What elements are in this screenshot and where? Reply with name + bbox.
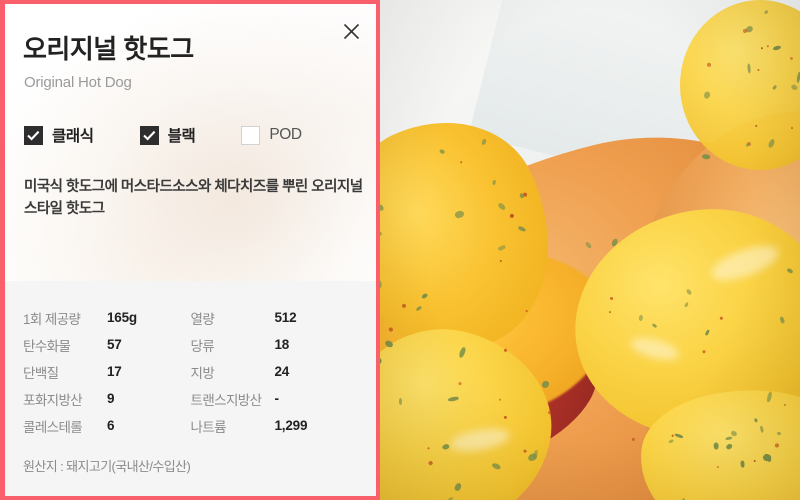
checkbox-pod[interactable]: [241, 125, 261, 145]
nutrition-value: 1,299: [274, 418, 308, 433]
product-subtitle: Original Hot Dog: [24, 74, 132, 91]
product-photo: [380, 0, 800, 500]
nutrition-value: -: [274, 391, 280, 406]
nutrition-label: 지방: [190, 365, 215, 381]
nutrition-cell-right: 나트륨 1,299: [191, 416, 359, 436]
photo-vignette: [380, 0, 800, 500]
option-pod[interactable]: POD: [241, 125, 302, 145]
close-icon[interactable]: [336, 16, 366, 46]
nutrition-label: 1회 제공량: [23, 311, 81, 327]
nutrition-value: 18: [274, 337, 290, 352]
product-detail-panel: 오리지널 핫도그 Original Hot Dog 클래식 블랙 POD 미국식…: [0, 0, 380, 500]
nutrition-label: 나트륨: [190, 419, 227, 435]
nutrition-value: 165g: [107, 310, 137, 325]
option-label-pod: POD: [269, 126, 302, 143]
option-checkbox-group: 클래식 블랙 POD: [24, 124, 302, 146]
checkbox-black[interactable]: [139, 125, 159, 145]
nutrition-label: 트랜스지방산: [190, 392, 263, 408]
nutrition-cell-left: 포화지방산 9: [23, 389, 191, 409]
table-row: 탄수화물 57 당류 18: [23, 331, 358, 358]
checkbox-classic[interactable]: [24, 125, 43, 145]
option-label-black: 블랙: [167, 128, 196, 145]
option-classic[interactable]: 클래식: [24, 124, 94, 146]
product-description: 미국식 핫도그에 머스타드소스와 체다치즈를 뿌린 오리지널 스타일 핫도그: [24, 179, 363, 218]
nutrition-cell-left: 단백질 17: [23, 362, 191, 382]
table-row: 단백질 17 지방 24: [23, 358, 358, 385]
nutrition-label: 당류: [190, 338, 215, 354]
nutrition-value: 24: [274, 364, 290, 379]
nutrition-value: 512: [274, 310, 297, 325]
nutrition-label: 탄수화물: [23, 338, 71, 354]
nutrition-cell-right: 열량 512: [191, 308, 359, 328]
option-label-classic: 클래식: [52, 128, 94, 145]
origin-text: 원산지 : 돼지고기(국내산/수입산): [23, 459, 191, 474]
nutrition-cell-right: 지방 24: [191, 362, 359, 382]
table-row: 포화지방산 9 트랜스지방산 -: [23, 385, 358, 412]
option-black[interactable]: 블랙: [139, 124, 196, 146]
nutrition-cell-left: 콜레스테롤 6: [23, 416, 191, 436]
nutrition-label: 단백질: [23, 365, 59, 381]
nutrition-value: 17: [107, 364, 122, 379]
nutrition-label: 포화지방산: [23, 392, 83, 408]
nutrition-cell-right: 트랜스지방산 -: [191, 389, 359, 409]
page-title: 오리지널 핫도그: [23, 34, 194, 64]
nutrition-cell-left: 1회 제공량 165g: [23, 308, 191, 328]
nutrition-cell-left: 탄수화물 57: [23, 335, 191, 355]
table-row: 콜레스테롤 6 나트륨 1,299: [23, 412, 358, 439]
nutrition-value: 57: [107, 337, 122, 352]
nutrition-label: 열량: [190, 311, 215, 327]
nutrition-value: 9: [107, 391, 115, 406]
table-row: 1회 제공량 165g 열량 512: [23, 304, 358, 331]
nutrition-table: 1회 제공량 165g 열량 512 탄수화물 57 당류 18 단백질 17: [5, 304, 376, 439]
nutrition-value: 6: [107, 418, 115, 433]
nutrition-cell-right: 당류 18: [191, 335, 359, 355]
nutrition-label: 콜레스테롤: [23, 419, 83, 435]
